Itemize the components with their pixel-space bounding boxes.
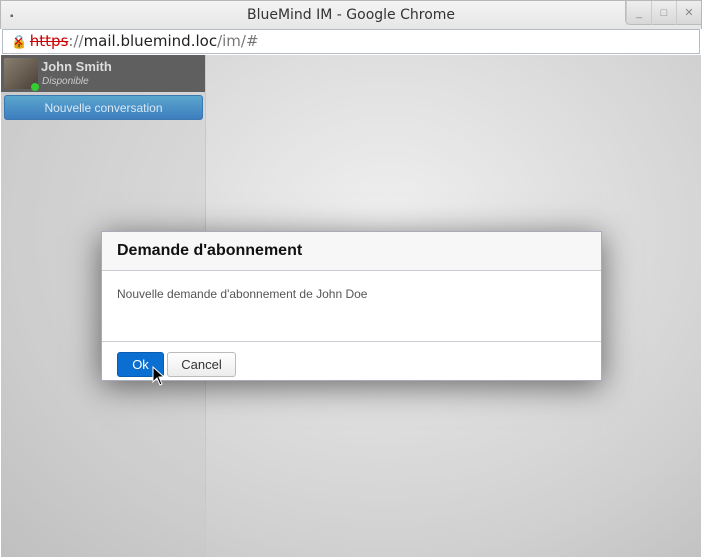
- user-panel[interactable]: John Smith Disponible: [1, 55, 205, 92]
- close-button[interactable]: ✕: [676, 1, 701, 25]
- minimize-button[interactable]: _: [626, 1, 651, 25]
- url-separator: ://: [68, 32, 84, 50]
- dialog-title: Demande d'abonnement: [102, 232, 601, 271]
- window-titlebar: ▪ BlueMind IM - Google Chrome _ □ ✕: [0, 0, 702, 29]
- url-scheme: https: [29, 32, 69, 50]
- subscription-request-dialog: Demande d'abonnement Nouvelle demande d'…: [101, 231, 602, 381]
- window-title: BlueMind IM - Google Chrome: [246, 7, 456, 23]
- address-bar[interactable]: 🔒 ✕ https://mail.bluemind.loc/im/#: [2, 29, 700, 54]
- new-conversation-button[interactable]: Nouvelle conversation: [4, 95, 203, 120]
- window-controls: _ □ ✕: [625, 1, 701, 25]
- insecure-lock-icon[interactable]: 🔒 ✕: [11, 31, 27, 54]
- dialog-message: Nouvelle demande d'abonnement de John Do…: [102, 271, 601, 342]
- url-host: mail.bluemind.loc: [83, 32, 218, 50]
- url-path: /im/#: [217, 32, 259, 50]
- user-name: John Smith: [41, 59, 112, 74]
- cancel-button[interactable]: Cancel: [167, 352, 236, 377]
- maximize-button[interactable]: □: [651, 1, 676, 25]
- user-status[interactable]: Disponible: [42, 76, 89, 87]
- presence-indicator-icon: [31, 83, 39, 91]
- dialog-footer: Ok Cancel: [102, 342, 601, 387]
- mouse-cursor-icon: [152, 366, 166, 386]
